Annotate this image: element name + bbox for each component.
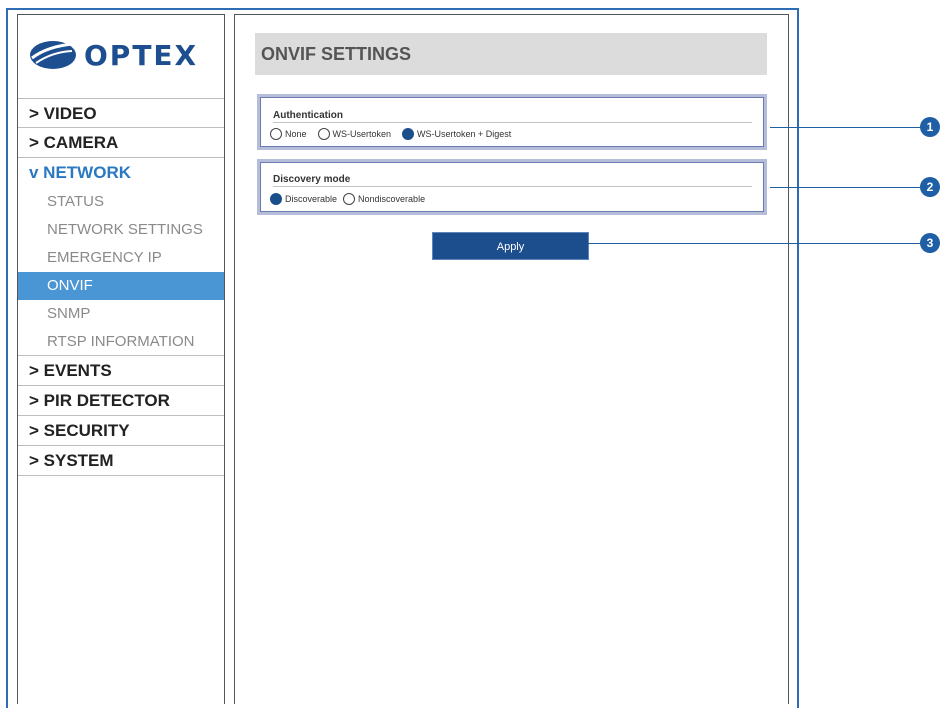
sidebar-nav: > VIDEO > CAMERA v NETWORK STATUS NETWOR… [18, 98, 224, 476]
radio-ws-usertoken[interactable] [317, 128, 330, 140]
sidebar-item-events[interactable]: > EVENTS [18, 356, 224, 386]
callout-line-1 [770, 127, 922, 128]
discovery-option-discoverable[interactable]: Discoverable [270, 193, 337, 205]
sidebar-item-camera[interactable]: > CAMERA [18, 128, 224, 158]
apply-button[interactable]: Apply [432, 232, 589, 260]
authentication-options: None WS-Usertoken WS-Usertoken + Digest [270, 128, 522, 140]
auth-option-ws-usertoken-digest-label: WS-Usertoken + Digest [417, 129, 512, 139]
discovery-option-discoverable-label: Discoverable [285, 194, 338, 204]
sidebar-item-pir-detector[interactable]: > PIR DETECTOR [18, 386, 224, 416]
sidebar-subitem-rtsp-information[interactable]: RTSP INFORMATION [18, 328, 224, 356]
logo-text: OPTEX [84, 38, 199, 72]
radio-ws-usertoken-digest[interactable] [402, 128, 415, 140]
sidebar-subitem-status[interactable]: STATUS [18, 188, 224, 216]
callout-line-3 [588, 243, 922, 244]
sidebar-item-video[interactable]: > VIDEO [18, 98, 224, 128]
auth-option-none-label: None [285, 129, 307, 139]
radio-nondiscoverable[interactable] [343, 193, 356, 205]
discovery-divider [273, 186, 752, 187]
radio-none[interactable] [270, 128, 282, 140]
optex-bird-icon [30, 41, 76, 69]
auth-option-ws-usertoken-digest[interactable]: WS-Usertoken + Digest [402, 128, 511, 140]
authentication-label: Authentication [273, 110, 343, 121]
brand-logo: OPTEX [28, 35, 198, 75]
discovery-option-nondiscoverable[interactable]: Nondiscoverable [343, 193, 425, 205]
sidebar-subitem-snmp[interactable]: SNMP [18, 300, 224, 328]
sidebar-item-system[interactable]: > SYSTEM [18, 446, 224, 476]
sidebar-subitem-onvif[interactable]: ONVIF [18, 272, 224, 300]
sidebar-item-security[interactable]: > SECURITY [18, 416, 224, 446]
callout-line-2 [770, 187, 922, 188]
auth-option-none[interactable]: None [270, 128, 307, 140]
discovery-mode-group: Discovery mode Discoverable Nondiscovera… [257, 159, 767, 215]
radio-discoverable[interactable] [270, 193, 282, 205]
sidebar-item-network[interactable]: v NETWORK [18, 158, 224, 188]
authentication-group: Authentication None WS-Usertoken WS-User… [257, 94, 767, 150]
callout-badge-1: 1 [920, 117, 940, 137]
authentication-divider [273, 122, 752, 123]
page-title: ONVIF SETTINGS [255, 33, 767, 75]
auth-option-ws-usertoken-label: WS-Usertoken [332, 129, 392, 139]
discovery-options: Discoverable Nondiscoverable [270, 193, 436, 205]
discovery-option-nondiscoverable-label: Nondiscoverable [358, 194, 426, 204]
sidebar: OPTEX > VIDEO > CAMERA v NETWORK STATUS … [17, 14, 225, 704]
main-panel: ONVIF SETTINGS Authentication None WS-Us… [234, 14, 789, 704]
sidebar-subitem-network-settings[interactable]: NETWORK SETTINGS [18, 216, 224, 244]
sidebar-subitem-emergency-ip[interactable]: EMERGENCY IP [18, 244, 224, 272]
auth-option-ws-usertoken[interactable]: WS-Usertoken [317, 128, 392, 140]
callout-badge-2: 2 [920, 177, 940, 197]
callout-badge-3: 3 [920, 233, 940, 253]
discovery-mode-label: Discovery mode [273, 174, 351, 185]
